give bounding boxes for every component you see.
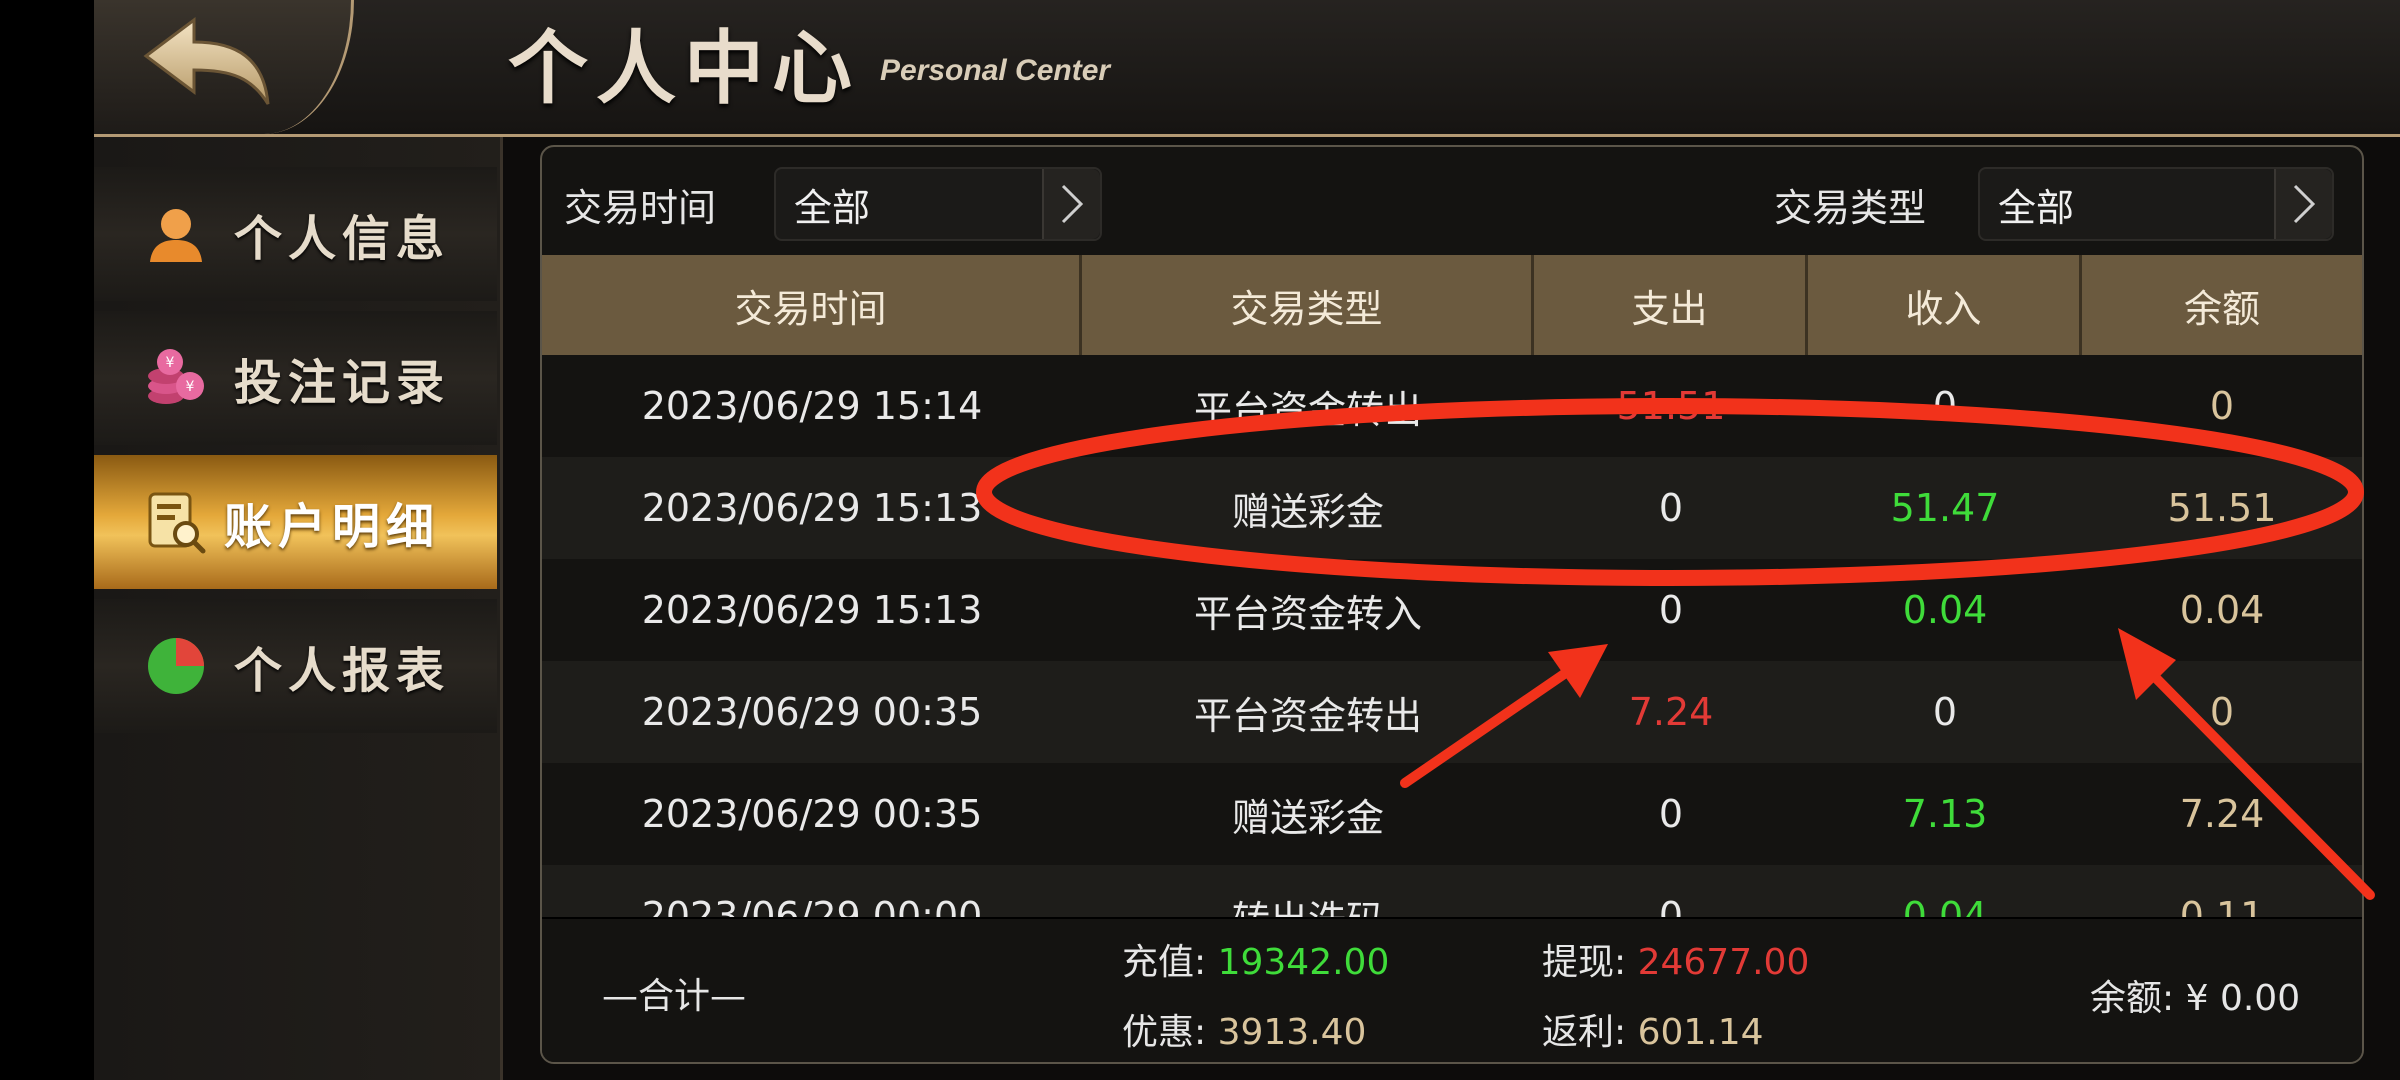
column-header-income: 收入 (1808, 255, 2082, 355)
sidebar-item-label: 个人信息 (234, 211, 451, 267)
sidebar-item-personal-report[interactable]: 个人报表 (94, 599, 497, 733)
type-filter-label: 交易类型 (1774, 186, 1927, 230)
recharge-summary: 充值: 19342.00 (1122, 933, 1389, 985)
header-bar: 个人中心 Personal Center (94, 0, 2400, 137)
cell-time: 2023/06/29 00:35 (641, 792, 983, 836)
cell-income: 0.04 (1902, 894, 1988, 917)
cell-balance: 0.04 (2179, 588, 2265, 632)
table-row: 2023/06/29 00:00 转出洗码 0 0.04 0.11 (542, 865, 2362, 917)
user-icon (142, 200, 210, 268)
rebate-label: 返利: (1542, 1012, 1627, 1053)
cell-type: 转出洗码 (1082, 865, 1534, 918)
cell-income: 51.47 (1890, 486, 2000, 530)
cell-expense: 0 (1658, 792, 1684, 836)
withdraw-label: 提现: (1542, 942, 1627, 983)
table-row: 2023/06/29 00:35 平台资金转出 7.24 0 0 (542, 661, 2362, 763)
column-header-expense: 支出 (1534, 255, 1808, 355)
cell-balance: 0.11 (2179, 894, 2265, 917)
table-row: 2023/06/29 00:35 赠送彩金 0 7.13 7.24 (542, 763, 2362, 865)
balance-label: 余额: (2090, 978, 2175, 1019)
cell-expense: 0 (1658, 588, 1684, 632)
type-filter-value: 全部 (1998, 185, 2075, 230)
cell-expense: 0 (1658, 894, 1684, 917)
cell-expense: 51.51 (1616, 384, 1726, 428)
column-header-balance: 余额 (2082, 255, 2362, 355)
summary-total-label: —合计— (602, 976, 747, 1017)
sidebar-item-label: 投注记录 (234, 355, 451, 411)
cell-type: 平台资金转出 (1193, 387, 1422, 432)
withdraw-summary: 提现: 24677.00 (1542, 933, 1809, 985)
cell-balance: 0 (2209, 384, 2235, 428)
cell-type: 平台资金转出 (1193, 693, 1422, 738)
withdraw-value: 24677.00 (1637, 942, 1810, 983)
cell-income: 0.04 (1902, 588, 1988, 632)
back-arrow-icon[interactable] (136, 12, 276, 112)
cell-expense: 0 (1658, 486, 1684, 530)
cell-expense: 7.24 (1628, 690, 1714, 734)
time-filter-value: 全部 (794, 185, 871, 230)
cell-balance: 7.24 (2179, 792, 2265, 836)
type-filter-select[interactable]: 全部 (1978, 167, 2334, 241)
cell-type: 赠送彩金 (1231, 489, 1384, 534)
page-subtitle: Personal Center (880, 54, 1111, 87)
time-filter-label: 交易时间 (564, 186, 717, 230)
sidebar-item-bet-records[interactable]: ¥ ¥ 投注记录 (94, 311, 497, 445)
cell-type: 平台资金转入 (1193, 591, 1422, 636)
pie-chart-icon (142, 632, 210, 700)
balance-summary: 余额: ¥ 0.00 (2090, 969, 2300, 1021)
cell-type: 赠送彩金 (1231, 795, 1384, 840)
table-header: 交易时间 交易类型 支出 收入 余额 (542, 255, 2362, 355)
recharge-label: 充值: (1122, 942, 1207, 983)
cell-time: 2023/06/29 15:14 (641, 384, 983, 428)
cell-time: 2023/06/29 15:13 (641, 486, 983, 530)
cell-time: 2023/06/29 00:00 (641, 894, 983, 917)
transaction-list[interactable]: 2023/06/29 15:14 平台资金转出 51.51 0 0 2023/0… (542, 355, 2362, 917)
back-plate (94, 0, 354, 134)
sidebar-item-label: 个人报表 (234, 643, 451, 699)
table-row: 2023/06/29 15:13 赠送彩金 0 51.47 51.51 (542, 457, 2362, 559)
sidebar: 个人信息 ¥ ¥ 投注记录 账户明细 个人报表 (94, 137, 503, 1080)
balance-value: ¥ 0.00 (2185, 978, 2301, 1019)
rebate-summary: 返利: 601.14 (1542, 1003, 1764, 1055)
discount-value: 3913.40 (1217, 1012, 1367, 1053)
cell-income: 0 (1932, 384, 1958, 428)
chevron-right-icon[interactable] (1042, 169, 1100, 239)
rebate-value: 601.14 (1637, 1012, 1764, 1053)
table-row: 2023/06/29 15:14 平台资金转出 51.51 0 0 (542, 355, 2362, 457)
cell-income: 7.13 (1902, 792, 1988, 836)
cell-time: 2023/06/29 15:13 (641, 588, 983, 632)
app-window: 个人中心 Personal Center 个人信息 ¥ ¥ 投注记录 账户明细 … (94, 0, 2400, 1080)
cell-income: 0 (1932, 690, 1958, 734)
page-title: 个人中心 (508, 21, 860, 115)
svg-text:¥: ¥ (166, 355, 175, 371)
statement-search-icon (142, 488, 210, 556)
cell-time: 2023/06/29 00:35 (641, 690, 983, 734)
discount-summary: 优惠: 3913.40 (1122, 1003, 1366, 1055)
sidebar-item-label: 账户明细 (224, 499, 441, 555)
column-header-time: 交易时间 (542, 255, 1082, 355)
time-filter-select[interactable]: 全部 (774, 167, 1102, 241)
chevron-right-icon[interactable] (2274, 169, 2332, 239)
cell-balance: 51.51 (2167, 486, 2277, 530)
column-header-type: 交易类型 (1082, 255, 1534, 355)
sidebar-item-personal-info[interactable]: 个人信息 (94, 167, 497, 301)
discount-label: 优惠: (1122, 1012, 1207, 1053)
coins-icon: ¥ ¥ (142, 344, 210, 412)
svg-text:¥: ¥ (186, 379, 195, 395)
table-row: 2023/06/29 15:13 平台资金转入 0 0.04 0.04 (542, 559, 2362, 661)
cell-balance: 0 (2209, 690, 2235, 734)
sidebar-item-account-details[interactable]: 账户明细 (94, 455, 497, 589)
summary-footer: —合计— 充值: 19342.00 优惠: 3913.40 提现: 24677.… (542, 917, 2362, 1062)
account-details-panel: 交易时间 全部 交易类型 全部 交易时间 交易类型 支出 收入 余额 2023/… (540, 145, 2364, 1064)
recharge-value: 19342.00 (1217, 942, 1390, 983)
